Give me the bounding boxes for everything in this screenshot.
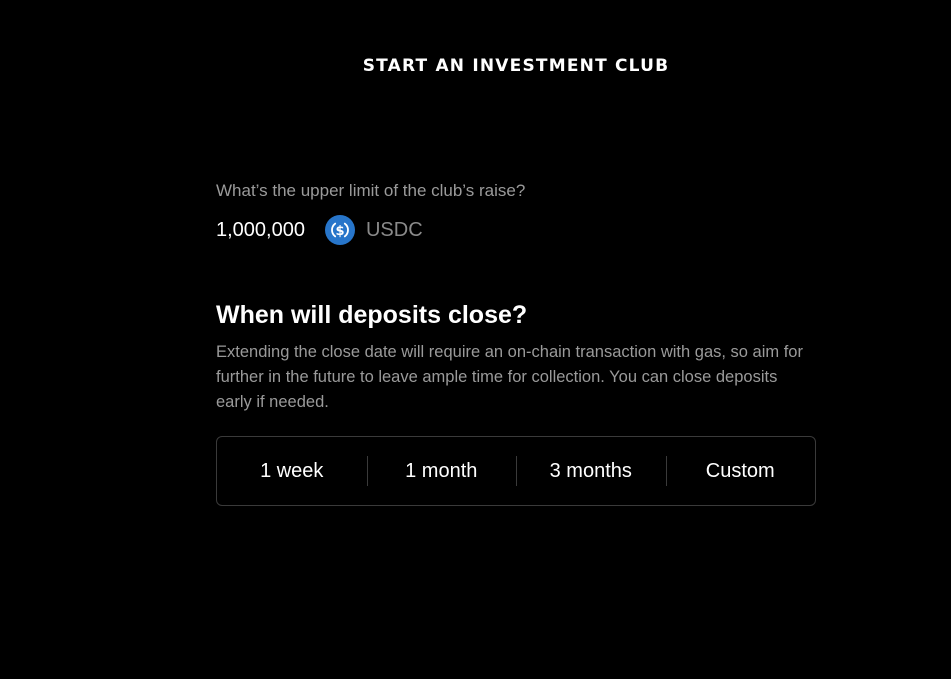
page-title: START AN INVESTMENT CLUB (362, 56, 670, 76)
raise-limit-question: What’s the upper limit of the club’s rai… (216, 181, 526, 200)
deposits-close-description: Extending the close date will require an… (216, 343, 803, 411)
option-1-week[interactable]: 1 week (217, 455, 367, 487)
club-setup-form: What’s the upper limit of the club’s rai… (216, 180, 816, 506)
raise-limit-amount[interactable]: 1,000,000 (216, 219, 305, 242)
raise-limit-row: 1,000,000 $ USDC (216, 215, 816, 245)
close-date-options: 1 week 1 month 3 months Custom (216, 436, 816, 506)
svg-text:$: $ (335, 224, 344, 239)
usdc-coin-icon: $ (324, 215, 355, 245)
deposits-close-heading: When will deposits close? (216, 301, 528, 329)
option-custom[interactable]: Custom (665, 455, 816, 487)
currency-label: USDC (365, 218, 423, 241)
option-1-month[interactable]: 1 month (366, 455, 517, 487)
option-3-months[interactable]: 3 months (516, 455, 666, 487)
